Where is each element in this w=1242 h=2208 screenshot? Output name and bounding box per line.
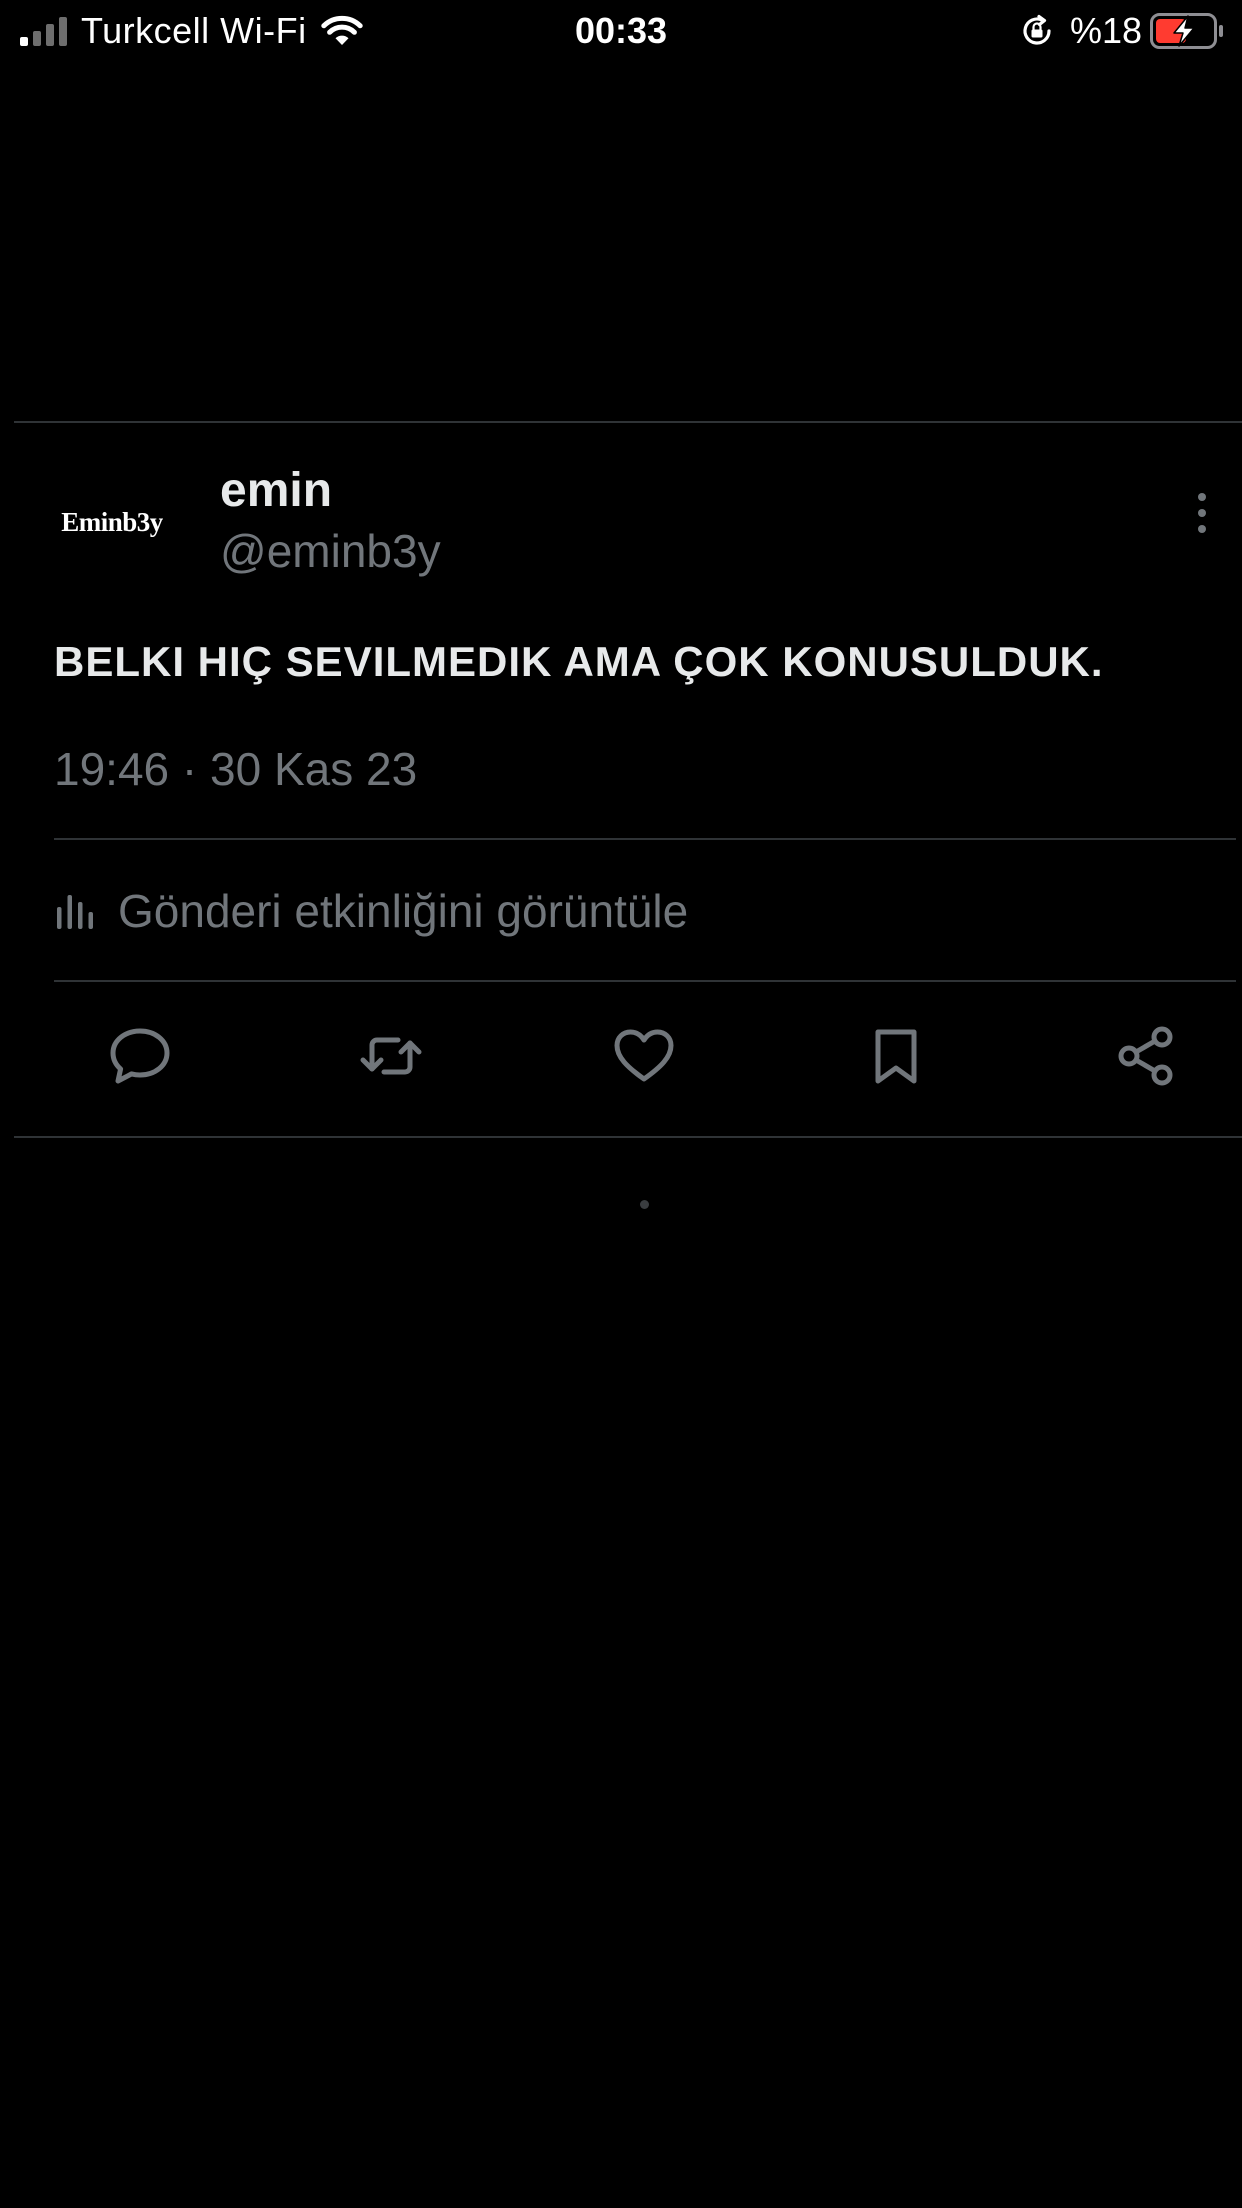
repost-icon [360,1037,422,1075]
view-post-activity-label: Gönderi etkinliğini görüntüle [118,885,689,937]
analytics-chart-icon [57,895,93,929]
reply-icon [110,1028,170,1084]
avatar-logo-text: Eminb3y [61,506,163,537]
like-icon [614,1029,674,1082]
post-timestamp[interactable]: 19:46 · 30 Kas 23 [54,740,417,798]
battery-charging-icon [1150,13,1223,49]
post-top-divider [14,421,1242,423]
user-handle[interactable]: @eminb3y [220,522,441,580]
post-actions-bar [0,1020,1242,1100]
status-bar: Turkcell Wi-Fi 00:33 %18 [0,0,1242,62]
post-bottom-divider [14,1136,1242,1138]
bookmark-icon [875,1029,917,1084]
loading-indicator [640,1200,649,1209]
view-post-activity-link[interactable]: Gönderi etkinliğini görüntüle [54,882,688,940]
reply-button[interactable] [104,1020,176,1092]
bookmark-button[interactable] [860,1020,932,1092]
status-bar-right: %18 [1020,6,1224,56]
display-name[interactable]: emin [220,462,332,520]
activity-divider [54,980,1236,982]
avatar[interactable]: Eminb3y [40,460,184,584]
share-button[interactable] [1110,1020,1182,1092]
like-button[interactable] [608,1020,680,1092]
orientation-lock-icon [1023,14,1051,45]
post-text: BELKI HIÇ SEVILMEDIK AMA ÇOK KONUSULDUK. [54,638,1104,685]
share-icon [1118,1026,1173,1086]
battery-percent: %18 [1069,10,1142,51]
meta-divider [54,838,1236,840]
repost-button[interactable] [355,1020,427,1092]
more-options-icon[interactable] [1192,490,1212,536]
